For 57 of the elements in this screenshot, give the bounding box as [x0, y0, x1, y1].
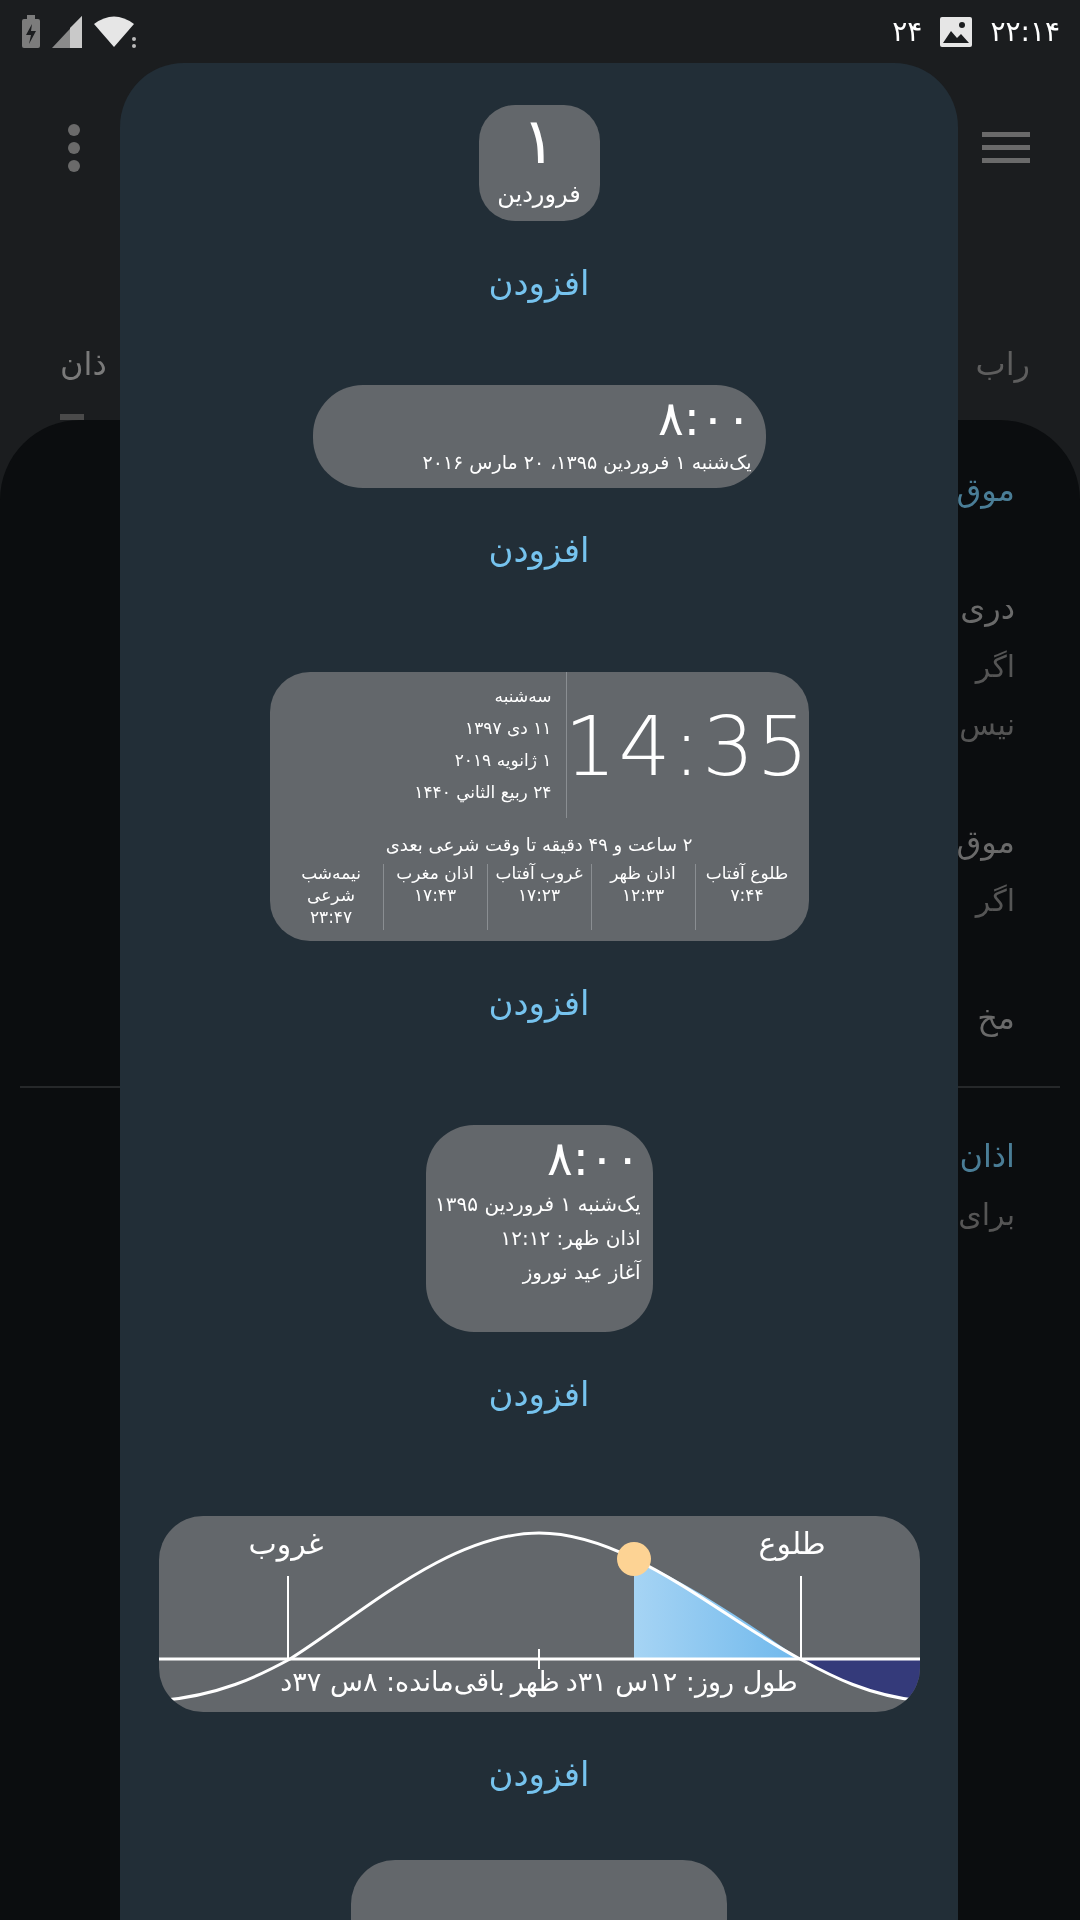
- date-text: یک‌شنبه ۱ فروردین ۱۳۹۵، ۲۰ مارس ۲۰۱۶: [422, 450, 752, 476]
- wifi-icon: [94, 14, 138, 49]
- signal-icon: [52, 15, 84, 48]
- prayer-name: طلوع آفتاب: [705, 862, 789, 885]
- time-text: ۸:۰۰: [658, 389, 752, 448]
- prayer-name: اذان مغرب: [396, 862, 474, 885]
- prayer-name: نیمه‌شب شرعی: [300, 862, 362, 907]
- event-widget[interactable]: ۸:۰۰ یک‌شنبه ۱ فروردین ۱۳۹۵ اذان ظهر: ۱۲:۱۲ آغاز عید نوروز: [425, 1124, 653, 1332]
- date-line: ۱ ژانویه ۲۰۱۹: [454, 749, 552, 773]
- sunset-label: غروب: [248, 1524, 324, 1564]
- event-line: اذان ظهر: ۱۲:۱۲: [500, 1224, 641, 1252]
- noon-label: ظهر: [510, 1664, 560, 1700]
- date-line: ۲۴ ربيع الثاني ۱۴۴۰: [414, 781, 552, 805]
- clock-time: 14:35: [564, 702, 811, 793]
- event-line: آغاز عید نوروز: [522, 1258, 641, 1286]
- day-widget[interactable]: ۱ فروردین: [478, 105, 600, 222]
- add-link[interactable]: افزودن: [488, 982, 590, 1023]
- prayer-time: ۱۷:۴۳: [413, 884, 457, 907]
- setting-description: نیس: [959, 706, 1015, 744]
- add-link[interactable]: افزودن: [488, 530, 590, 571]
- time-text: ۸:۰۰: [547, 1128, 641, 1187]
- setting-description: برای: [958, 1196, 1015, 1234]
- day-number: ۱: [521, 105, 557, 177]
- sun-widget[interactable]: غروب طلوع طول روز: ۱۲س ۳۱د ظهر باقی‌مانده: ۸س ۳۷د: [158, 1515, 920, 1712]
- sunrise-label: طلوع: [758, 1524, 826, 1563]
- more-options-icon[interactable]: [66, 124, 82, 172]
- prayer-time: ۱۲:۳۳: [621, 884, 665, 907]
- date-number: ۲۴: [892, 13, 923, 50]
- prayer-time: ۷:۴۴: [730, 884, 764, 907]
- prayer-time: ۲۳:۴۷: [309, 906, 353, 929]
- prayer-time: ۱۷:۲۳: [517, 884, 561, 907]
- setting-description: اگر: [975, 648, 1015, 686]
- clock-text: ۲۲:۱۴: [990, 13, 1060, 50]
- setting-title: مخ: [977, 998, 1015, 1039]
- menu-icon[interactable]: [982, 132, 1030, 164]
- widget-preview[interactable]: [351, 1860, 727, 1920]
- date-line: ۱۱ دی ۱۳۹۷: [465, 717, 552, 741]
- add-link[interactable]: افزودن: [488, 1373, 590, 1414]
- prayer-name: غروب آفتاب: [495, 862, 583, 885]
- date-line: سه‌شنبه: [494, 685, 552, 709]
- image-icon: [940, 16, 973, 47]
- battery-charging-icon: [20, 14, 42, 49]
- prayer-name: اذان ظهر: [610, 862, 676, 885]
- setting-title: موق: [956, 822, 1015, 863]
- add-link[interactable]: افزودن: [488, 1754, 590, 1794]
- remaining-text: باقی‌مانده: ۸س ۳۷د: [280, 1664, 505, 1699]
- setting-title: دری: [960, 588, 1015, 629]
- date-widget[interactable]: ۸:۰۰ یک‌شنبه ۱ فروردین ۱۳۹۵، ۲۰ مارس ۲۰۱۶: [312, 385, 766, 489]
- section-heading: اذان: [959, 1136, 1015, 1177]
- event-line: یک‌شنبه ۱ فروردین ۱۳۹۵: [435, 1190, 641, 1218]
- setting-description: اگر: [975, 882, 1015, 920]
- countdown-text: ۲ ساعت و ۴۹ دقیقه تا وقت شرعی بعدی: [384, 833, 694, 858]
- month-name: فروردین: [497, 179, 581, 210]
- add-link[interactable]: افزودن: [488, 263, 590, 304]
- section-heading: موق: [956, 470, 1015, 511]
- tab[interactable]: ذان: [0, 233, 107, 420]
- day-length-text: طول روز: ۱۲س ۳۱د: [565, 1664, 798, 1700]
